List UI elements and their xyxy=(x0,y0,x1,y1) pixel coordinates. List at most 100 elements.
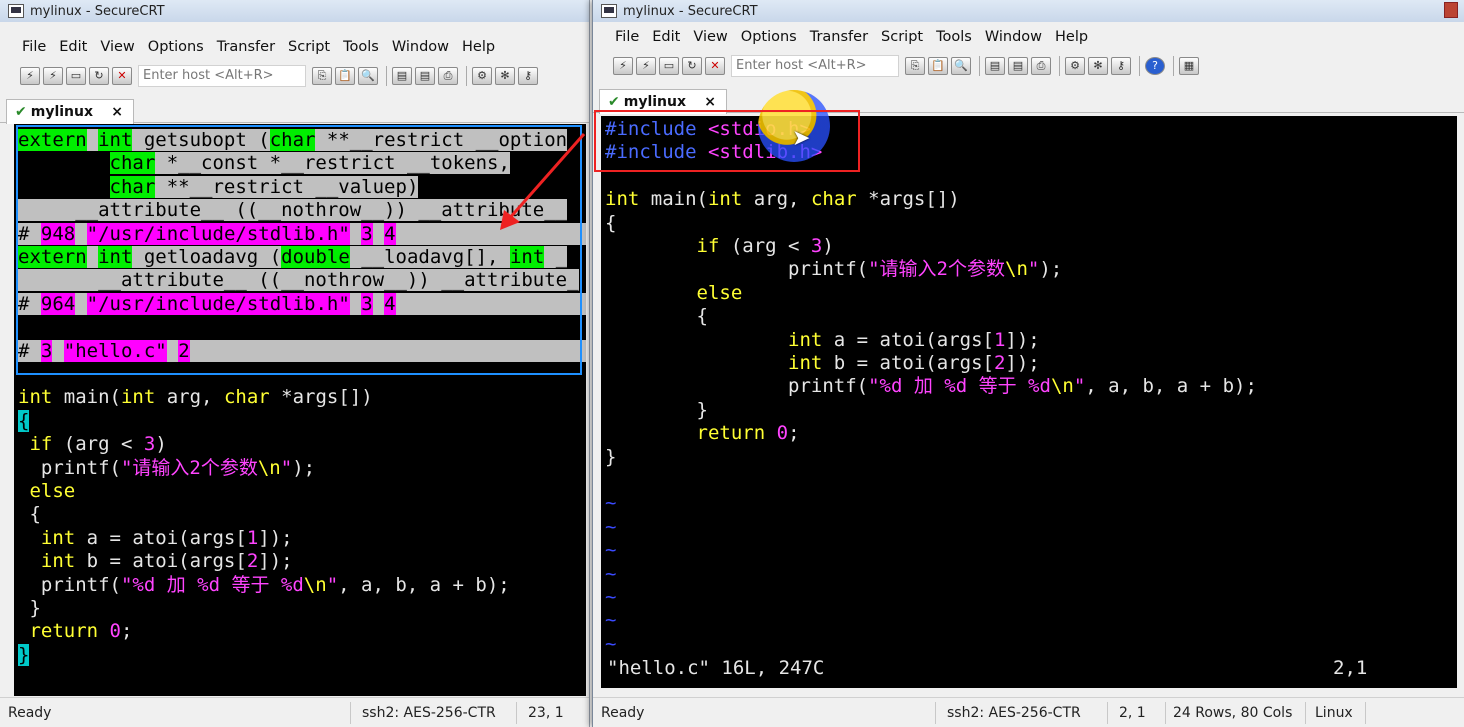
terminal-line: printf("请输入2个参数\n"); xyxy=(18,457,315,480)
terminal-line: int main(int arg, char *args[]) xyxy=(605,188,960,211)
key-icon[interactable]: ⚷ xyxy=(518,67,538,85)
menu-edit[interactable]: Edit xyxy=(59,39,87,55)
code-token: " xyxy=(1073,375,1086,398)
terminal-line: int b = atoi(args[2]); xyxy=(18,550,293,573)
code-token: ); xyxy=(292,456,316,479)
code-token: return xyxy=(696,422,766,445)
connect-in-tab-icon[interactable]: ▭ xyxy=(66,67,86,85)
menu-options[interactable]: Options xyxy=(741,29,797,45)
quick-connect-icon[interactable]: ⚡ xyxy=(43,67,63,85)
status-cursor-pos: 2, 1 xyxy=(1119,705,1146,721)
paste-icon[interactable]: 📋 xyxy=(928,57,948,75)
menu-file[interactable]: File xyxy=(22,39,46,55)
find-icon[interactable]: 🔍 xyxy=(358,67,378,85)
copy-icon[interactable]: ⎘ xyxy=(905,57,925,75)
code-token: main( xyxy=(639,188,708,211)
code-token: \n xyxy=(303,573,327,596)
keymap-icon[interactable]: ▦ xyxy=(1179,57,1199,75)
code-token: ]); xyxy=(1005,328,1040,351)
menu-window[interactable]: Window xyxy=(985,29,1042,45)
toolbar: ⚡ ⚡ ▭ ↻ ✕ Enter host <Alt+R> ⎘ 📋 🔍 ▤ ▤ ⎙… xyxy=(593,51,1464,81)
help-icon[interactable]: ? xyxy=(1145,57,1165,75)
connect-icon[interactable]: ⚡ xyxy=(20,67,40,85)
enter-host-input[interactable]: Enter host <Alt+R> xyxy=(731,55,899,77)
status-divider xyxy=(516,702,517,724)
code-token: ~ xyxy=(605,562,617,585)
print-icon[interactable]: ⎙ xyxy=(438,67,458,85)
session-options-icon[interactable]: ⚙ xyxy=(1065,57,1085,75)
paste-icon[interactable]: 📋 xyxy=(335,67,355,85)
connect-icon[interactable]: ⚡ xyxy=(613,57,633,75)
code-token: a = atoi(args[ xyxy=(75,526,247,549)
code-token: else xyxy=(696,281,743,304)
code-token: int xyxy=(788,328,823,351)
menu-tools[interactable]: Tools xyxy=(936,29,972,45)
disconnect-icon[interactable]: ✕ xyxy=(705,57,725,75)
menu-transfer[interactable]: Transfer xyxy=(810,29,868,45)
code-token: *args[]) xyxy=(856,188,960,211)
menu-options[interactable]: Options xyxy=(148,39,204,55)
code-token: } xyxy=(18,597,41,619)
session-options-icon[interactable]: ⚙ xyxy=(472,67,492,85)
global-options-icon[interactable]: ✻ xyxy=(1088,57,1108,75)
key-icon[interactable]: ⚷ xyxy=(1111,57,1131,75)
menu-window[interactable]: Window xyxy=(392,39,449,55)
terminal-line: if (arg < 3) xyxy=(605,235,834,258)
reconnect-icon[interactable]: ↻ xyxy=(682,57,702,75)
code-token: , a, b, a + b); xyxy=(338,573,510,596)
menu-edit[interactable]: Edit xyxy=(652,29,680,45)
terminal-line: ~ xyxy=(605,609,616,632)
terminal-area[interactable]: "hello.c" 16L, 247C 2,1 #include <stdio.… xyxy=(601,116,1457,688)
print-selection-icon[interactable]: ▤ xyxy=(1008,57,1028,75)
code-token: 0 xyxy=(109,620,121,643)
print-selection-icon[interactable]: ▤ xyxy=(415,67,435,85)
connect-in-tab-icon[interactable]: ▭ xyxy=(659,57,679,75)
quick-connect-icon[interactable]: ⚡ xyxy=(636,57,656,75)
code-token: int xyxy=(18,386,53,409)
securecrt-app-icon xyxy=(601,4,617,18)
menu-help[interactable]: Help xyxy=(1055,29,1088,45)
terminal-line: else xyxy=(18,480,75,503)
print-setup-icon[interactable]: ▤ xyxy=(392,67,412,85)
terminal-line: return 0; xyxy=(18,620,132,643)
disconnect-icon[interactable]: ✕ xyxy=(112,67,132,85)
menu-view[interactable]: View xyxy=(693,29,727,45)
menu-file[interactable]: File xyxy=(615,29,639,45)
code-token: { xyxy=(18,409,30,432)
menu-script[interactable]: Script xyxy=(288,39,330,55)
menu-tools[interactable]: Tools xyxy=(343,39,379,55)
menu-bar: File Edit View Options Transfer Script T… xyxy=(0,35,589,59)
code-token: b = atoi(args[ xyxy=(822,352,994,374)
terminal-line: int b = atoi(args[2]); xyxy=(605,352,1040,375)
close-window-icon[interactable] xyxy=(1444,2,1458,18)
menu-help[interactable]: Help xyxy=(462,39,495,55)
code-token: ]); xyxy=(258,550,293,573)
code-token: " xyxy=(280,456,293,479)
tab-close-icon[interactable]: × xyxy=(704,94,716,110)
status-divider xyxy=(350,702,351,724)
code-token: return xyxy=(29,620,99,643)
menu-bar: File Edit View Options Transfer Script T… xyxy=(593,25,1464,49)
toolbar-separator xyxy=(1173,56,1174,76)
print-setup-icon[interactable]: ▤ xyxy=(985,57,1005,75)
global-options-icon[interactable]: ✻ xyxy=(495,67,515,85)
tab-close-icon[interactable]: × xyxy=(111,104,123,120)
menu-view[interactable]: View xyxy=(100,39,134,55)
reconnect-icon[interactable]: ↻ xyxy=(89,67,109,85)
tab-mylinux[interactable]: ✔ mylinux × xyxy=(6,99,134,124)
find-icon[interactable]: 🔍 xyxy=(951,57,971,75)
copy-icon[interactable]: ⎘ xyxy=(312,67,332,85)
title-bar[interactable]: mylinux - SecureCRT xyxy=(0,0,589,22)
tab-label: mylinux xyxy=(623,94,687,110)
title-bar[interactable]: mylinux - SecureCRT xyxy=(593,0,1464,22)
enter-host-input[interactable]: Enter host <Alt+R> xyxy=(138,65,306,87)
menu-script[interactable]: Script xyxy=(881,29,923,45)
terminal-line: { xyxy=(605,305,708,328)
menu-transfer[interactable]: Transfer xyxy=(217,39,275,55)
print-icon[interactable]: ⎙ xyxy=(1031,57,1051,75)
code-token: int xyxy=(40,526,76,549)
